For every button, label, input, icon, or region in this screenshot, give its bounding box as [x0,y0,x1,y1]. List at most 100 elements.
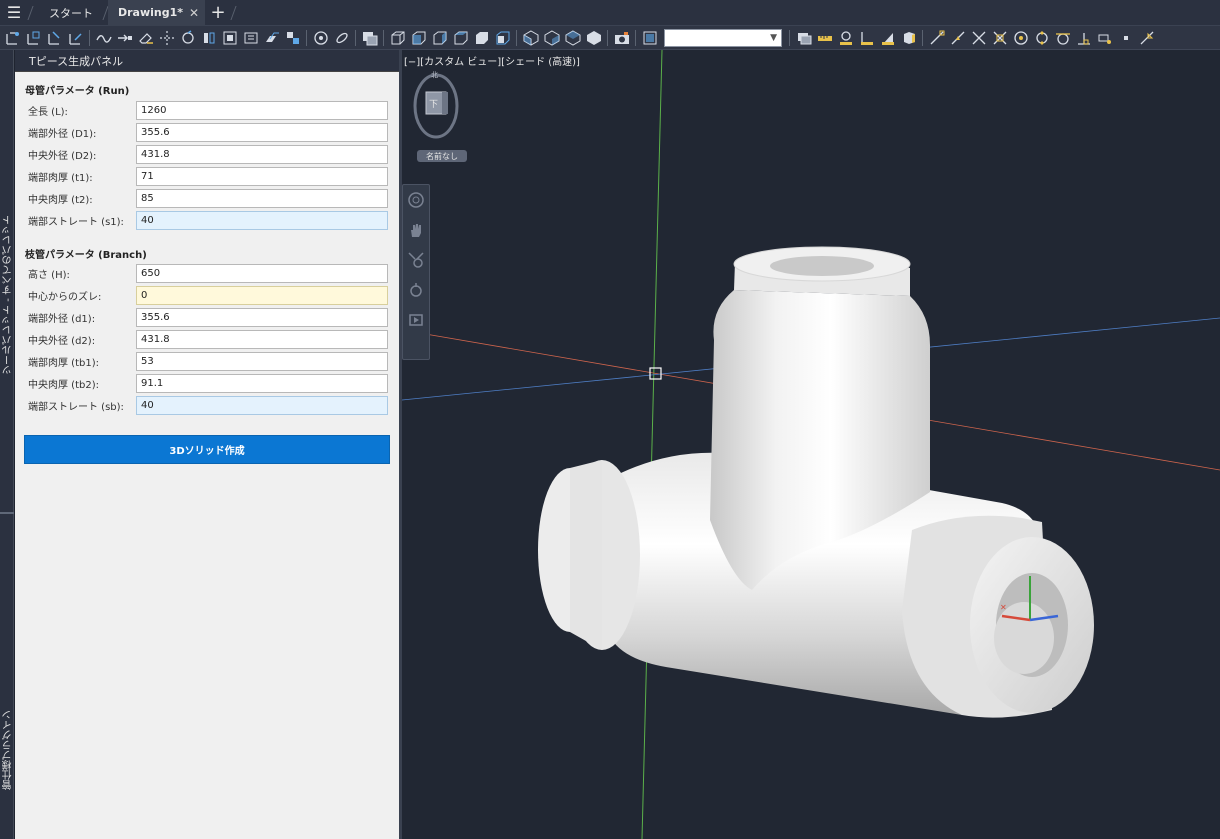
snap-insertion-icon[interactable] [1095,28,1114,47]
tab-drawing1[interactable]: Drawing1* ✕ [108,0,206,26]
snap-nearest-icon[interactable] [1137,28,1156,47]
tab-start[interactable]: スタート [39,0,103,26]
branch-end-straight-input[interactable]: 40 [136,395,388,415]
branch-end-thickness-input[interactable]: 53 [136,351,388,371]
named-view-badge[interactable]: 名前なし [417,150,467,162]
model-space-icon[interactable] [794,28,813,47]
zoom-extents-icon[interactable] [403,245,429,275]
view-bottom-icon[interactable] [472,28,491,47]
pan-hand-icon[interactable] [403,215,429,245]
array-icon[interactable] [283,28,302,47]
field-label: 端部外径 (d1): [28,313,96,325]
snap-endpoint-icon[interactable] [927,28,946,47]
iso-se-icon[interactable] [542,28,561,47]
measure-volume-icon[interactable] [878,28,897,47]
create-3d-solid-button[interactable]: 3Dソリッド作成 [24,435,390,464]
constrained-orbit-icon[interactable] [332,28,351,47]
toolbar-separator [635,29,636,46]
snap-quadrant-icon[interactable] [1032,28,1051,47]
view-back-icon[interactable] [493,28,512,47]
branch-row-offset: 中心からのズレ: 0 [28,285,389,305]
spline-icon[interactable] [94,28,113,47]
run-section-title: 母管パラメータ (Run) [25,86,130,97]
iso-ne-icon[interactable] [563,28,582,47]
height-input[interactable]: 650 [136,263,388,283]
snap-perpendicular-icon[interactable] [1074,28,1093,47]
insert-block-icon[interactable] [115,28,134,47]
solid-box-icon[interactable] [899,28,918,47]
offset-input[interactable]: 0 [136,285,388,305]
view-left-icon[interactable] [430,28,449,47]
orbit-nav-icon[interactable] [403,275,429,305]
tab-separator [27,5,34,20]
field-label: 端部肉厚 (t1): [28,172,93,184]
view-right-icon[interactable] [451,28,470,47]
dimension-angular-icon[interactable] [45,28,64,47]
side-palette-strip[interactable]: ツールパレット - すべてのパレット 管仕様プラグイン [0,50,14,839]
dimension-aligned-icon[interactable] [24,28,43,47]
strip-divider [0,512,14,514]
showmotion-icon[interactable] [403,305,429,335]
toolbar-separator [383,29,384,46]
rotate-icon[interactable] [178,28,197,47]
branch-end-od-input[interactable]: 355.6 [136,307,388,327]
snap-center-icon[interactable] [1011,28,1030,47]
end-thickness-input[interactable]: 71 [136,166,388,186]
named-view-select[interactable]: ▼ [664,28,782,47]
steering-wheel-icon[interactable] [403,185,429,215]
copy-icon[interactable] [262,28,281,47]
viewcube[interactable]: 下 北 [412,70,460,144]
snap-intersection-icon[interactable] [969,28,988,47]
title-bar: ☰ スタート Drawing1* ✕ + [0,0,1220,26]
tool-palette-tab[interactable]: ツールパレット - すべてのパレット [1,215,16,375]
field-label: 端部ストレート (sb): [28,401,124,413]
branch-center-thickness-input[interactable]: 91.1 [136,373,388,393]
length-input[interactable]: 1260 [136,100,388,120]
center-od-input[interactable]: 431.8 [136,144,388,164]
branch-center-od-input[interactable]: 431.8 [136,329,388,349]
tab-drawing1-label: Drawing1* [118,6,184,19]
hamburger-menu-icon[interactable]: ☰ [0,0,28,26]
orbit-icon[interactable] [311,28,330,47]
iso-sw-icon[interactable] [521,28,540,47]
snap-midpoint-icon[interactable] [948,28,967,47]
close-tab-icon[interactable]: ✕ [189,6,199,20]
branch-row-end-od: 端部外径 (d1): 355.6 [28,307,389,327]
ruler-icon[interactable] [815,28,834,47]
toolbar-separator [516,29,517,46]
mirror-icon[interactable] [199,28,218,47]
run-row-end-straight: 端部ストレート (s1): 40 [28,210,389,230]
layer-properties-icon[interactable] [360,28,379,47]
camera-icon[interactable] [612,28,631,47]
dimension-radius-icon[interactable] [66,28,85,47]
model-viewport[interactable]: ✕ [−][カスタム ビュー][シェード (高速)] 下 北 名前なし [402,50,1220,839]
viewport-icon[interactable] [640,28,659,47]
field-label: 端部外径 (D1): [28,128,97,140]
toolbar-separator [89,29,90,46]
field-label: 中央肉厚 (tb2): [28,379,99,391]
end-od-input[interactable]: 355.6 [136,122,388,142]
measure-angle-icon[interactable] [857,28,876,47]
snap-apparent-icon[interactable] [990,28,1009,47]
scale-icon[interactable] [220,28,239,47]
dimension-linear-icon[interactable] [3,28,22,47]
snap-node-icon[interactable] [1116,28,1135,47]
stretch-icon[interactable] [241,28,260,47]
plugin-tab[interactable]: 管仕様プラグイン [1,710,16,790]
view-front-icon[interactable] [409,28,428,47]
view-top-icon[interactable] [388,28,407,47]
field-label: 中心からのズレ: [28,291,102,303]
center-thickness-input[interactable]: 85 [136,188,388,208]
branch-row-height: 高さ (H): 650 [28,263,389,283]
move-icon[interactable] [157,28,176,47]
field-label: 中央外径 (d2): [28,335,96,347]
end-straight-input[interactable]: 40 [136,210,388,230]
toolbar-separator [607,29,608,46]
viewport-view-label[interactable]: [−][カスタム ビュー][シェード (高速)] [404,53,580,68]
snap-tangent-icon[interactable] [1053,28,1072,47]
iso-nw-icon[interactable] [584,28,603,47]
toolbar-separator [789,29,790,46]
measure-area-icon[interactable] [836,28,855,47]
add-tab-button[interactable]: + [205,0,231,26]
erase-icon[interactable] [136,28,155,47]
